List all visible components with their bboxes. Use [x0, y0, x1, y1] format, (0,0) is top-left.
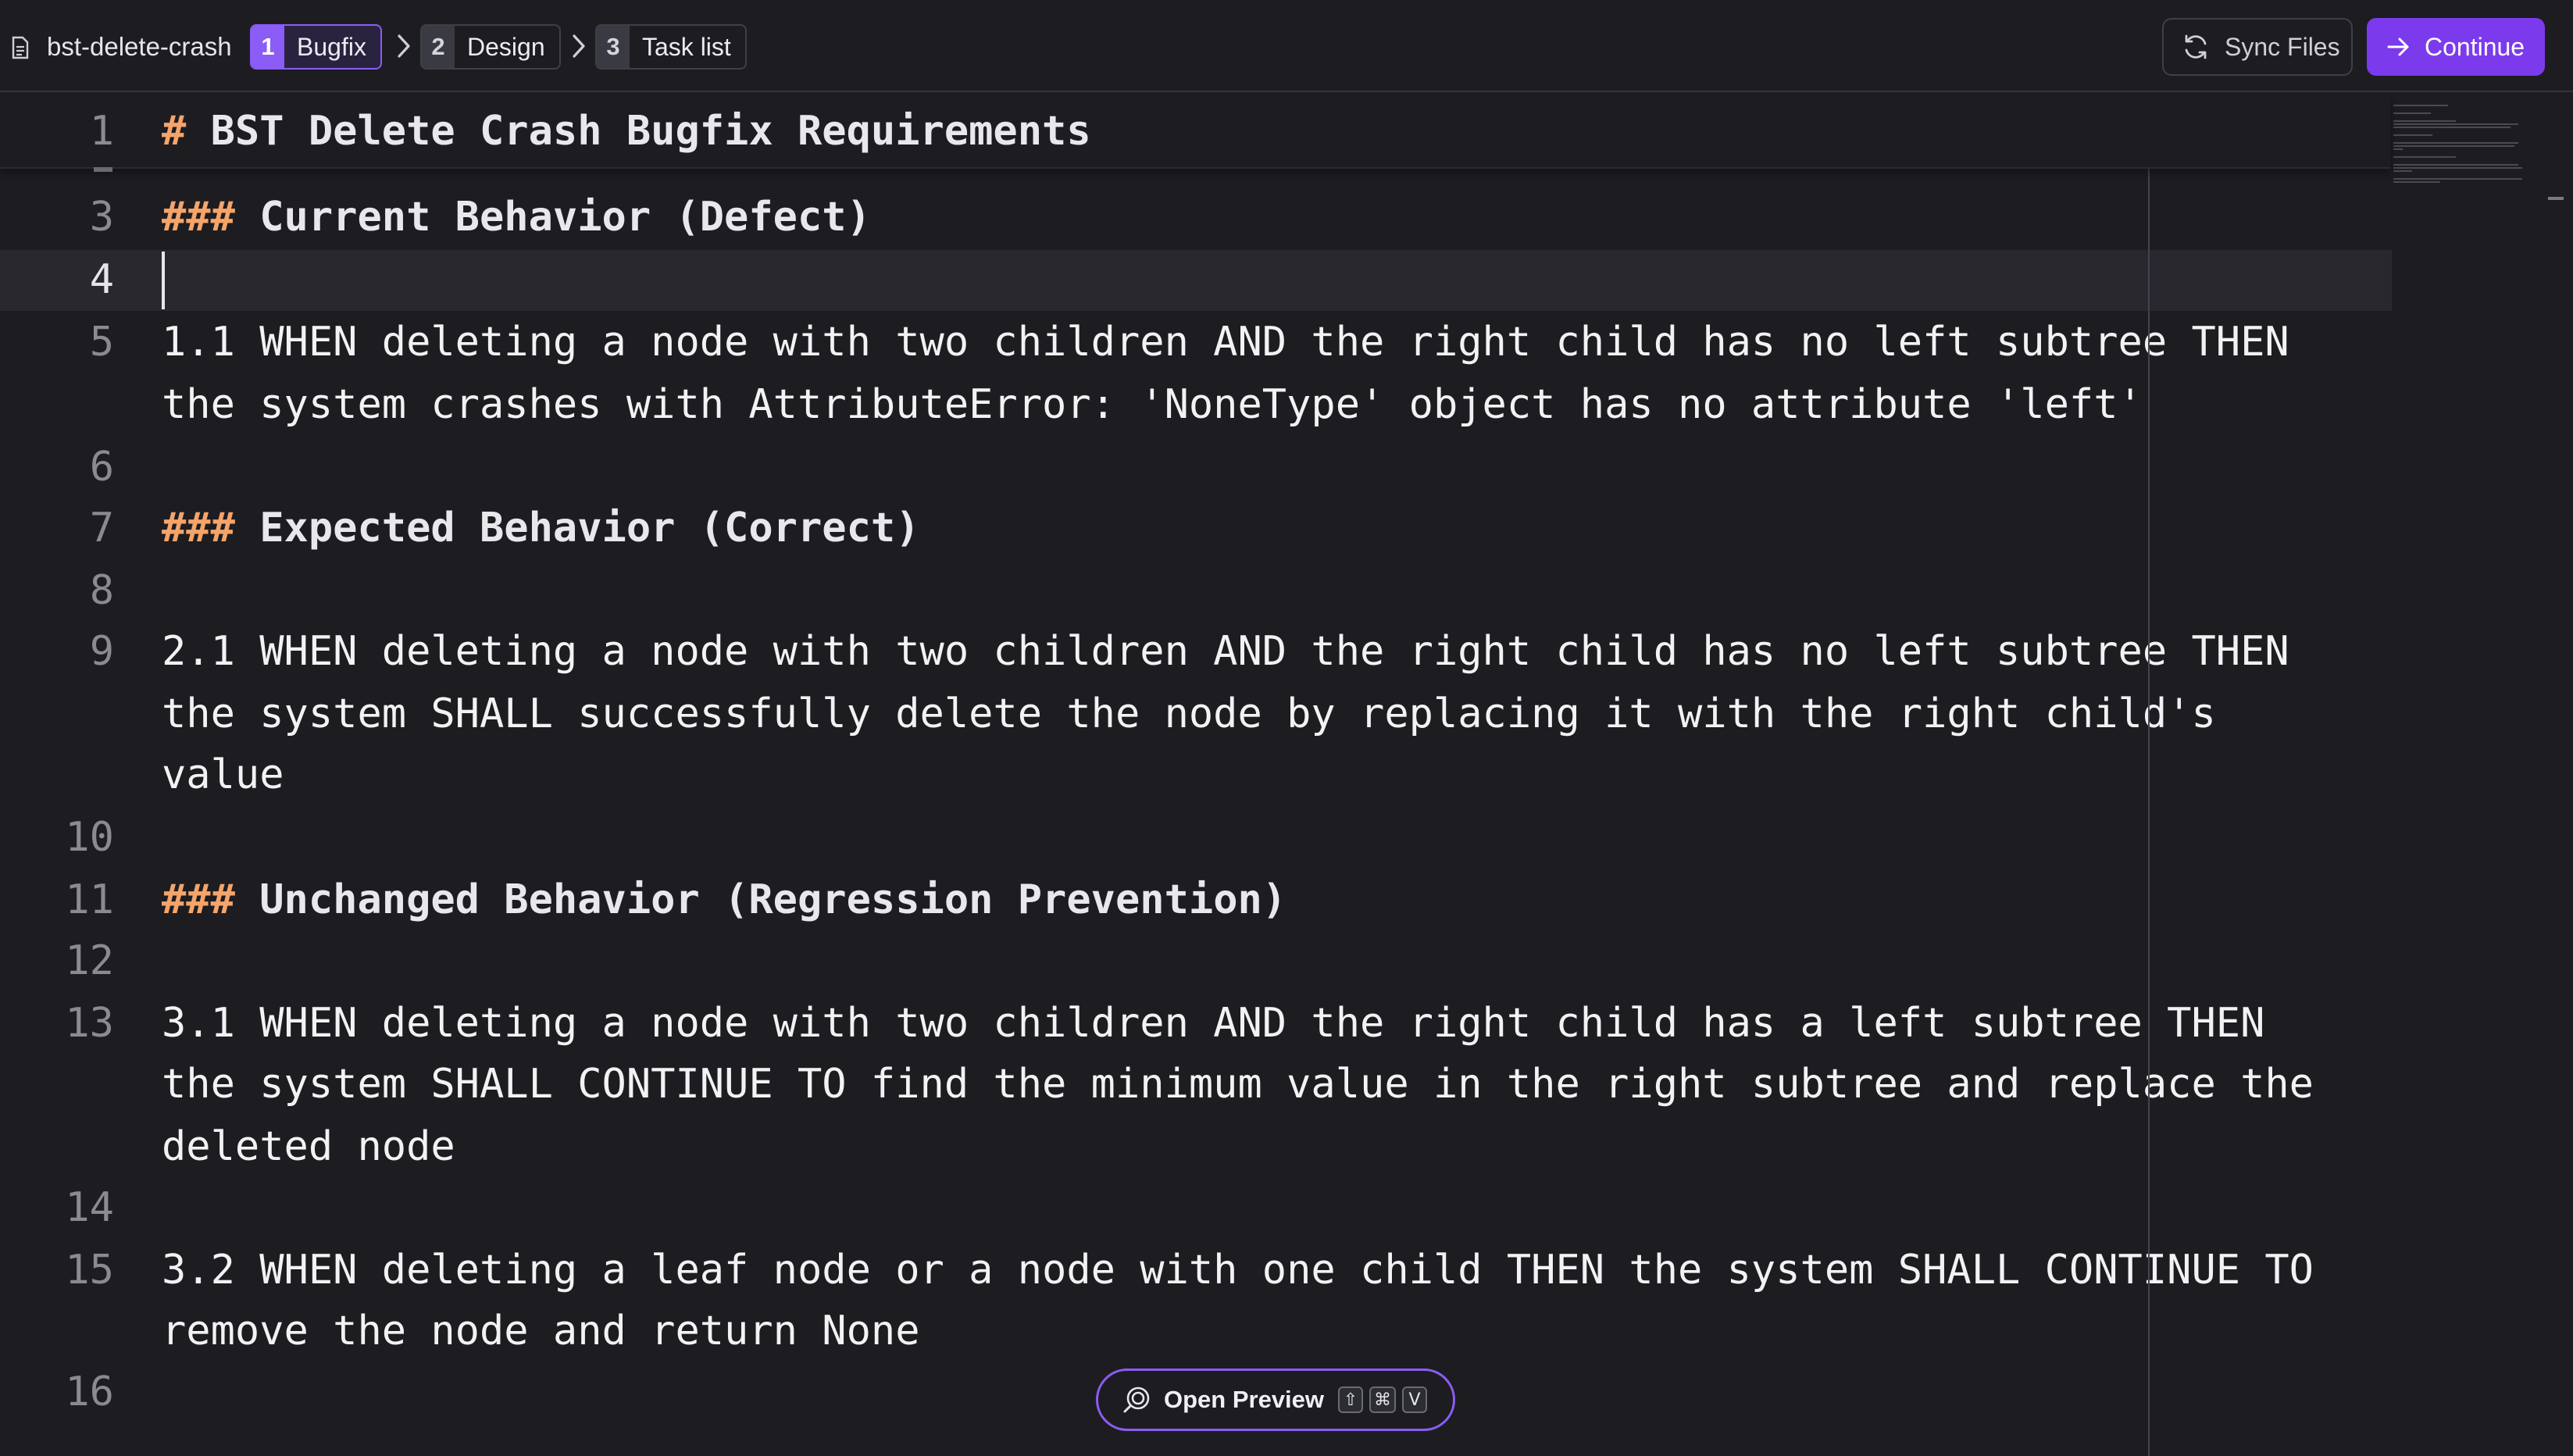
step-number: 2 — [422, 26, 455, 68]
continue-label: Continue — [2425, 32, 2525, 61]
step-task-list[interactable]: 3 Task list — [595, 24, 747, 70]
heading-text: BST Delete Crash Bugfix Requirements — [186, 108, 1091, 155]
heading-text: Expected Behavior (Correct) — [234, 505, 920, 551]
line-number: 13 — [65, 1000, 114, 1047]
line-number: 6 — [89, 444, 114, 491]
spec-name: bst-delete-crash — [47, 32, 232, 61]
line-number: 15 — [65, 1247, 114, 1294]
chevron-right-icon — [573, 34, 585, 58]
arrow-right-icon — [2387, 37, 2409, 56]
command-key: ⌘ — [1369, 1386, 1397, 1413]
text-cursor — [162, 252, 165, 309]
line-number: 8 — [89, 567, 114, 614]
column-ruler — [2148, 167, 2150, 1456]
shift-key: ⇧ — [1338, 1386, 1364, 1413]
heading-marker: ### — [162, 876, 235, 923]
heading-marker: ### — [162, 505, 235, 551]
open-preview-button[interactable]: Open Preview ⇧ ⌘ V — [1096, 1369, 1455, 1431]
line-number: 12 — [65, 937, 114, 984]
line-number: 10 — [65, 814, 114, 861]
file-icon — [12, 36, 29, 59]
step-label: Design — [467, 32, 545, 61]
line-number: 1 — [89, 108, 114, 155]
step-bugfix[interactable]: 1 Bugfix — [250, 24, 382, 70]
sticky-scroll-divider — [94, 167, 112, 172]
step-label: Bugfix — [297, 32, 366, 61]
current-line-highlight — [0, 250, 2392, 311]
code-line-wrap: deleted node — [162, 1123, 455, 1170]
markdown-editor[interactable]: 1 # BST Delete Crash Bugfix Requirements… — [0, 92, 2573, 1456]
preview-icon — [1123, 1386, 1150, 1413]
continue-button[interactable]: Continue — [2367, 18, 2545, 76]
line-number: 9 — [89, 628, 114, 675]
v-key: V — [1402, 1386, 1428, 1413]
heading-text: Unchanged Behavior (Regression Preventio… — [234, 876, 1287, 923]
chevron-right-icon — [398, 34, 410, 58]
heading-marker: ### — [162, 194, 235, 241]
heading-unchanged-behavior: ### Unchanged Behavior (Regression Preve… — [162, 869, 1286, 931]
heading-expected-behavior: ### Expected Behavior (Correct) — [162, 497, 920, 559]
step-design[interactable]: 2 Design — [420, 24, 561, 70]
sync-files-button[interactable]: Sync Files — [2162, 18, 2353, 76]
code-line-wrap: the system SHALL CONTINUE TO find the mi… — [162, 1061, 2314, 1108]
code-line: 2.1 WHEN deleting a node with two childr… — [162, 628, 2289, 675]
sync-icon — [2185, 34, 2207, 59]
code-line-wrap: the system SHALL successfully delete the… — [162, 691, 2216, 737]
code-line: 1.1 WHEN deleting a node with two childr… — [162, 319, 2289, 366]
minimap[interactable] — [2393, 100, 2550, 256]
step-number: 3 — [597, 26, 630, 68]
step-label: Task list — [642, 32, 731, 61]
code-line-wrap: remove the node and return None — [162, 1308, 920, 1354]
document-title: # BST Delete Crash Bugfix Requirements — [162, 100, 1091, 162]
code-line: 3.2 WHEN deleting a leaf node or a node … — [162, 1247, 2314, 1294]
line-number: 4 — [89, 256, 114, 303]
scrollbar-thumb[interactable] — [2548, 197, 2564, 200]
line-number: 5 — [89, 319, 114, 366]
code-line-wrap: the system crashes with AttributeError: … — [162, 381, 2143, 428]
heading-current-behavior: ### Current Behavior (Defect) — [162, 186, 871, 248]
sticky-scroll-header[interactable]: 1 # BST Delete Crash Bugfix Requirements — [0, 92, 2390, 169]
line-number: 11 — [65, 876, 114, 923]
line-number: 3 — [89, 194, 114, 241]
open-preview-label: Open Preview — [1164, 1386, 1325, 1413]
step-number: 1 — [252, 26, 284, 68]
line-number: 16 — [65, 1369, 114, 1415]
line-number: 14 — [65, 1184, 114, 1231]
line-number: 7 — [89, 505, 114, 551]
heading-text: Current Behavior (Defect) — [234, 194, 871, 241]
code-line-wrap: value — [162, 751, 284, 798]
sync-files-label: Sync Files — [2225, 32, 2340, 61]
top-bar: bst-delete-crash 1 Bugfix 2 Design 3 Tas… — [0, 0, 2573, 92]
heading-marker: # — [162, 108, 187, 155]
code-line: 3.1 WHEN deleting a node with two childr… — [162, 1000, 2265, 1047]
